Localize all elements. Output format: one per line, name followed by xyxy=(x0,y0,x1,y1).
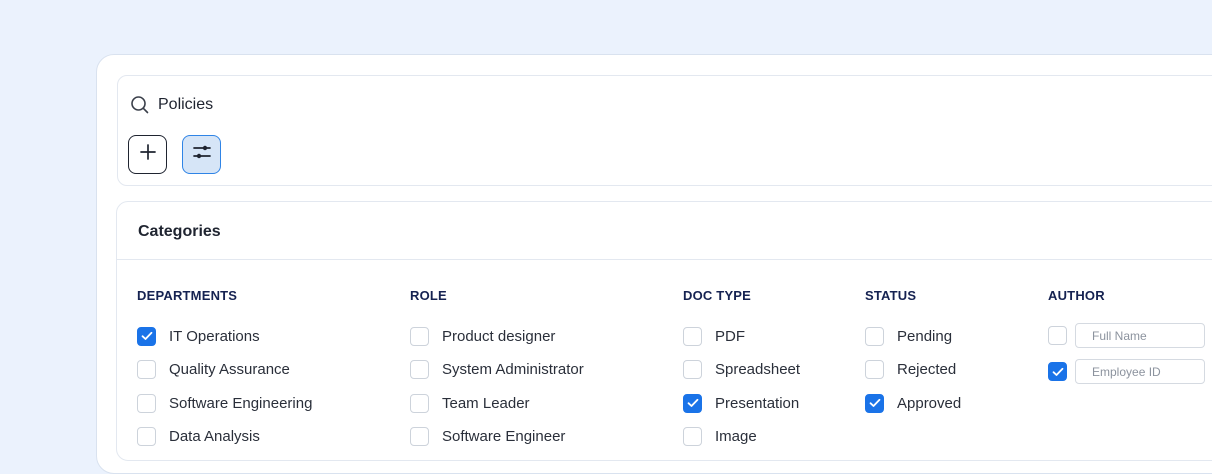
full-name-input[interactable] xyxy=(1075,323,1205,348)
doc-type-heading: DOC TYPE xyxy=(683,288,752,303)
checkbox-label: System Administrator xyxy=(442,361,584,378)
checkbox-label: Software Engineering xyxy=(169,394,313,412)
author-full-name-row xyxy=(1048,323,1205,348)
search-bar[interactable]: Policies xyxy=(130,94,213,116)
checkbox-label: Approved xyxy=(897,394,962,412)
checkbox-software-engineering[interactable]: Software Engineering xyxy=(137,393,312,413)
checkbox-label: Data Analysis xyxy=(169,428,260,445)
checkbox-label: Software Engineer xyxy=(442,428,566,445)
checkbox-label: Pending xyxy=(897,327,953,345)
status-group: STATUS Pending Rejected Approved xyxy=(865,289,961,427)
checkbox[interactable] xyxy=(683,393,702,413)
checkbox-label: Team Leader xyxy=(442,394,530,412)
checkbox-label: Presentation xyxy=(715,394,800,412)
author-employee-id-row xyxy=(1048,359,1205,384)
departments-heading: DEPARTMENTS xyxy=(137,288,238,303)
plus-icon xyxy=(139,143,157,166)
checkbox-label: PDF xyxy=(715,327,745,345)
checkbox[interactable] xyxy=(865,393,884,413)
employee-id-input[interactable] xyxy=(1075,359,1205,384)
checkbox[interactable] xyxy=(683,427,702,446)
checkbox[interactable] xyxy=(137,427,156,446)
checkbox[interactable] xyxy=(137,326,156,346)
checkbox-spreadsheet[interactable]: Spreadsheet xyxy=(683,360,800,380)
checkbox-label: Image xyxy=(715,428,757,445)
checkbox[interactable] xyxy=(137,393,156,413)
toolbar xyxy=(128,135,221,174)
sliders-icon xyxy=(192,143,212,166)
checkbox[interactable] xyxy=(865,360,884,379)
status-heading: STATUS xyxy=(865,288,917,303)
author-heading: AUTHOR xyxy=(1048,288,1105,303)
checkbox-approved[interactable]: Approved xyxy=(865,393,961,413)
checkbox-rejected[interactable]: Rejected xyxy=(865,360,961,380)
check-icon xyxy=(869,398,880,407)
checkbox-label: Spreadsheet xyxy=(715,361,801,378)
search-icon xyxy=(130,95,150,115)
checkbox-pdf[interactable]: PDF xyxy=(683,326,800,346)
checkbox[interactable] xyxy=(410,427,429,446)
checkbox[interactable] xyxy=(683,326,702,346)
checkbox-pending[interactable]: Pending xyxy=(865,326,961,346)
checkbox-software-engineer[interactable]: Software Engineer xyxy=(410,427,584,447)
checkbox-it-operations[interactable]: IT Operations xyxy=(137,326,312,346)
checkbox-image[interactable]: Image xyxy=(683,427,800,447)
categories-panel: Categories DEPARTMENTS IT Operations Qua… xyxy=(116,201,1212,461)
role-heading: ROLE xyxy=(410,288,447,303)
checkbox[interactable] xyxy=(137,360,156,379)
check-icon xyxy=(687,398,698,407)
checkbox[interactable] xyxy=(1048,326,1067,345)
author-group: AUTHOR xyxy=(1048,289,1205,395)
divider xyxy=(117,259,1212,260)
checkbox[interactable] xyxy=(1048,362,1067,381)
checkbox-label: Product designer xyxy=(442,327,556,345)
add-button[interactable] xyxy=(128,135,167,174)
role-group: ROLE Product designer System Administrat… xyxy=(410,289,584,460)
categories-title: Categories xyxy=(138,223,221,240)
checkbox-quality-assurance[interactable]: Quality Assurance xyxy=(137,360,312,380)
checkbox-label: IT Operations xyxy=(169,327,260,345)
checkbox[interactable] xyxy=(410,393,429,413)
checkbox[interactable] xyxy=(683,360,702,379)
checkbox-label: Quality Assurance xyxy=(169,361,290,378)
checkbox-data-analysis[interactable]: Data Analysis xyxy=(137,427,312,447)
checkbox[interactable] xyxy=(865,326,884,346)
checkbox-presentation[interactable]: Presentation xyxy=(683,393,800,413)
checkbox-system-administrator[interactable]: System Administrator xyxy=(410,360,584,380)
check-icon xyxy=(141,331,152,340)
checkbox[interactable] xyxy=(410,360,429,379)
checkbox-product-designer[interactable]: Product designer xyxy=(410,326,584,346)
search-input[interactable]: Policies xyxy=(158,96,213,114)
checkbox-team-leader[interactable]: Team Leader xyxy=(410,393,584,413)
checkbox[interactable] xyxy=(410,326,429,346)
filter-button[interactable] xyxy=(182,135,221,174)
checkbox-label: Rejected xyxy=(897,361,957,378)
search-panel: Policies xyxy=(117,75,1212,186)
departments-group: DEPARTMENTS IT Operations Quality Assura… xyxy=(137,289,312,460)
doc-type-group: DOC TYPE PDF Spreadsheet Presentation Im… xyxy=(683,289,800,460)
check-icon xyxy=(1052,367,1063,376)
